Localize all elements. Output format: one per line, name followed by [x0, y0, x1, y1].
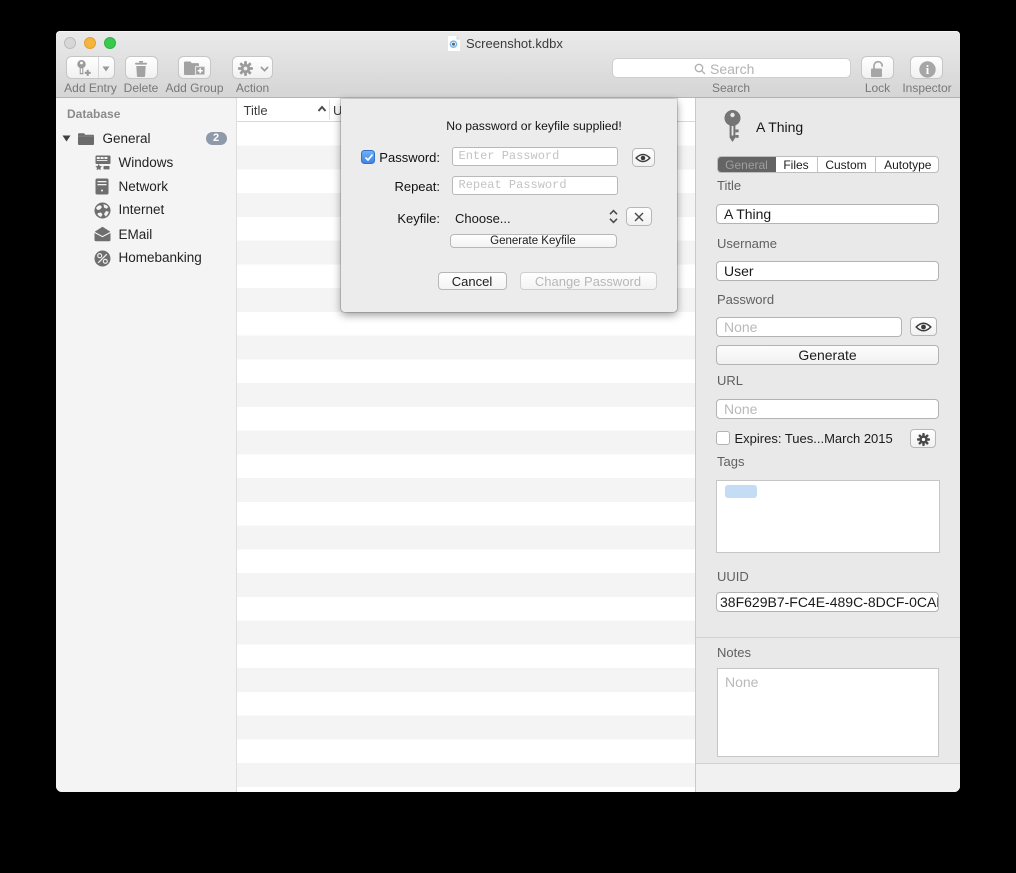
svg-text:i: i [925, 63, 929, 77]
